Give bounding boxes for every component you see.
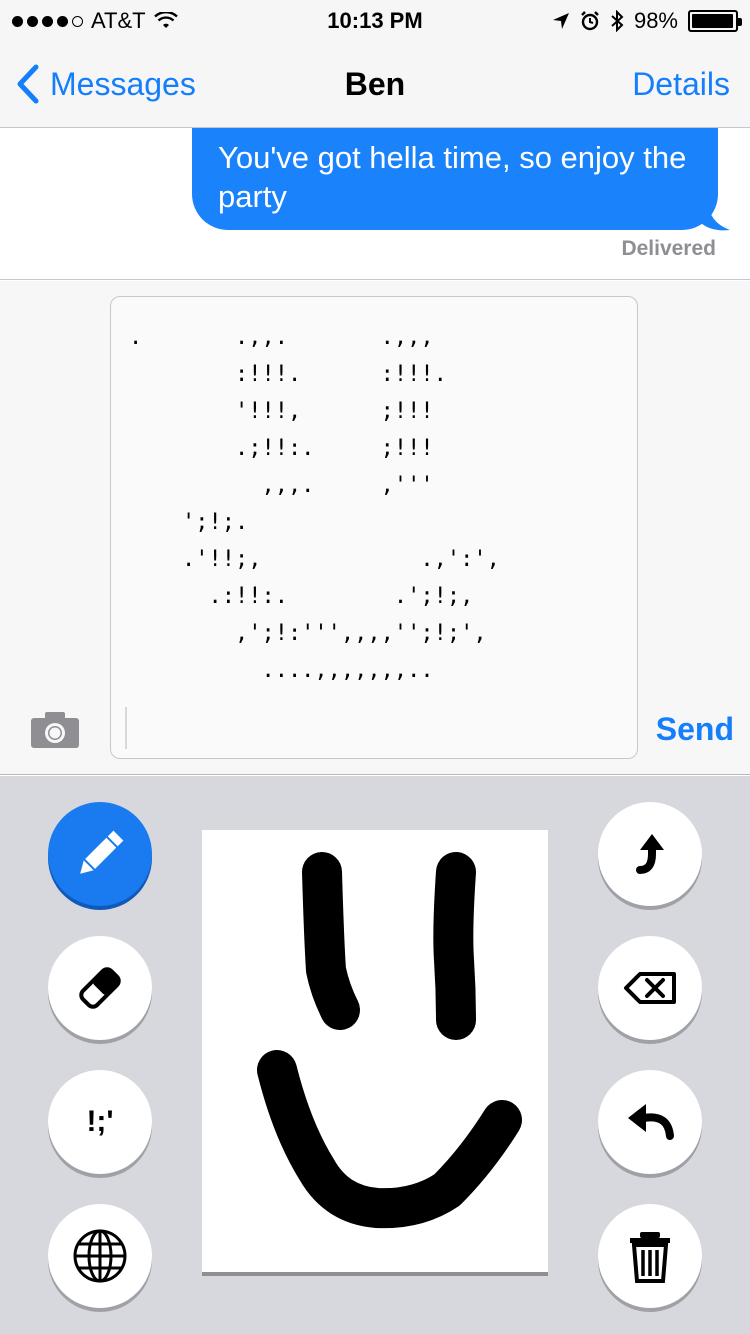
message-text: You've got hella time, so enjoy the part… [218, 140, 687, 214]
alarm-icon [581, 11, 599, 31]
message-thread[interactable]: You've got hella time, so enjoy the part… [0, 128, 750, 280]
sent-message-bubble[interactable]: You've got hella time, so enjoy the part… [192, 128, 718, 230]
navigation-bar: Messages Ben Details [0, 48, 750, 128]
pencil-tool-button[interactable] [48, 802, 152, 906]
drawing-keyboard: !;' [0, 776, 750, 1334]
bubble-tail-icon [700, 200, 730, 231]
punctuation-label: !;' [86, 1105, 114, 1138]
delivered-status: Delivered [621, 237, 716, 260]
eraser-tool-button[interactable] [48, 936, 152, 1040]
backspace-key[interactable] [598, 936, 702, 1040]
backspace-icon [624, 972, 676, 1004]
clear-canvas-button[interactable] [598, 1204, 702, 1308]
globe-key[interactable] [48, 1204, 152, 1308]
top-bar: AT&T 10:13 PM 98% Messages Ben Details [0, 0, 750, 128]
camera-icon[interactable] [30, 711, 80, 749]
send-button[interactable]: Send [656, 711, 734, 748]
ascii-art-text: . .,,. .,,, :!!!. :!!!. '!!!, ;!!! .;!!:… [129, 325, 500, 683]
location-arrow-icon [552, 13, 569, 29]
globe-icon [73, 1229, 127, 1283]
trash-icon [630, 1232, 670, 1283]
status-right: 98% [552, 8, 742, 34]
undo-button[interactable] [598, 1070, 702, 1174]
punctuation-key[interactable]: !;' [48, 1070, 152, 1174]
details-button[interactable]: Details [632, 66, 730, 103]
smiley-drawing [257, 852, 522, 1229]
eraser-icon [79, 967, 121, 1009]
shift-key[interactable] [598, 802, 702, 906]
status-bar: AT&T 10:13 PM 98% [0, 0, 750, 40]
bluetooth-icon [611, 10, 624, 32]
pencil-icon [80, 830, 124, 874]
battery-icon [688, 10, 742, 32]
undo-arrow-icon [628, 1104, 674, 1140]
message-input[interactable]: . .,,. .,,, :!!!. :!!!. '!!!, ;!!! .;!!:… [110, 296, 638, 759]
battery-percent: 98% [633, 8, 678, 33]
shift-curve-arrow-icon [636, 834, 664, 874]
text-caret [125, 707, 127, 749]
drawing-canvas[interactable] [202, 830, 548, 1276]
composer-bar: . .,,. .,,, :!!!. :!!!. '!!!, ;!!! .;!!:… [0, 281, 750, 775]
